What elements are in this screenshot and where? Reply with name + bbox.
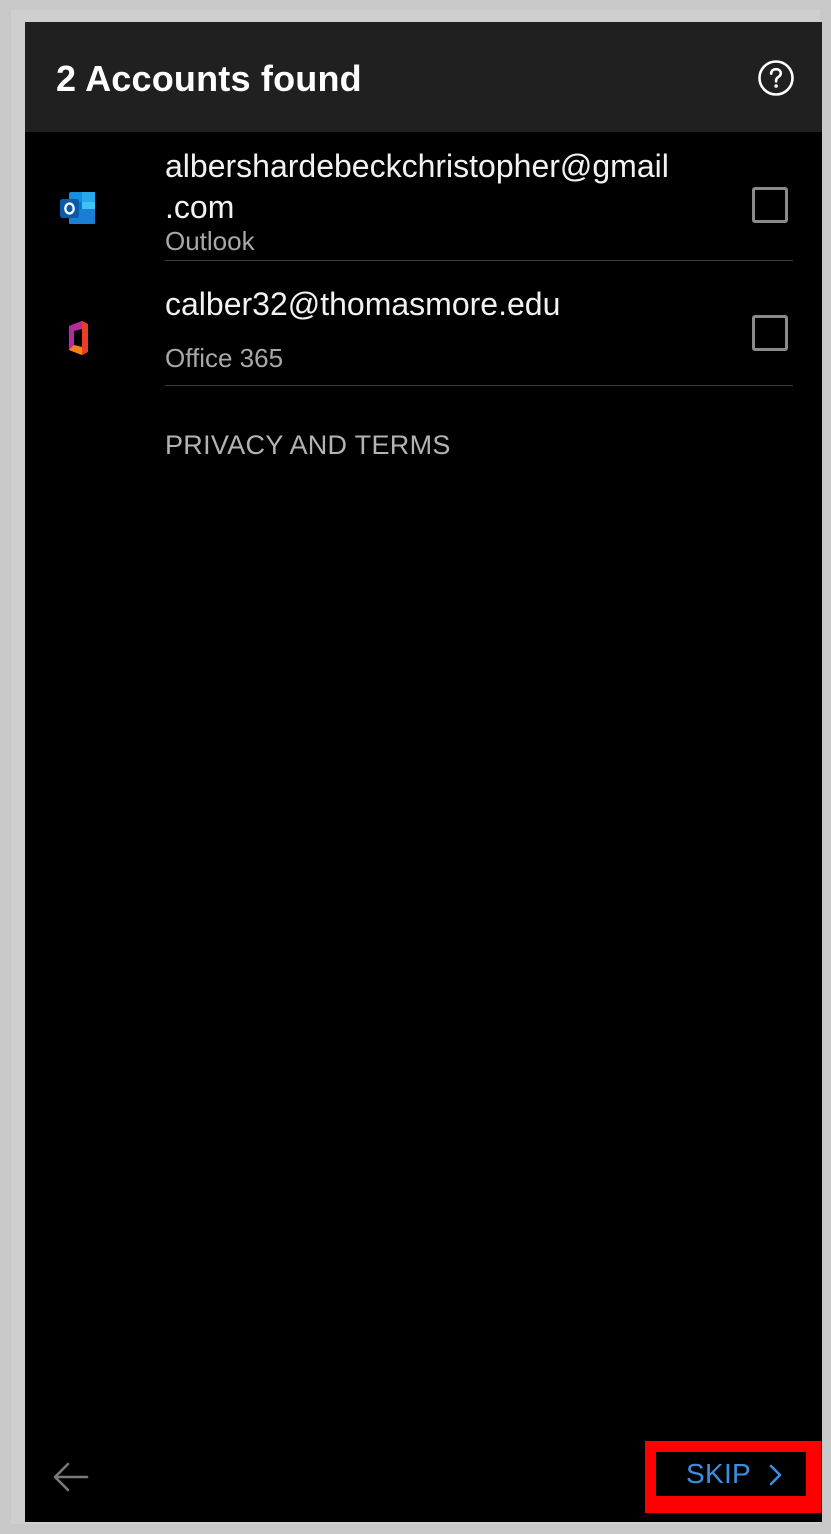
page-title: 2 Accounts found [56,58,362,99]
outlook-icon [60,192,95,224]
chevron-right-icon [769,1464,782,1486]
account-row-office365[interactable]: calber32@thomasmore.edu Office 365 [25,262,822,387]
skip-button[interactable]: SKIP [656,1452,806,1496]
divider [165,385,793,386]
app-screen: 2 Accounts found albershardebeckchristop… [25,22,822,1522]
privacy-and-terms-link[interactable]: PRIVACY AND TERMS [165,430,451,461]
office-365-icon [69,321,88,355]
divider [165,260,793,261]
account-email: albershardebeckchristopher@gmail .com [165,148,669,225]
account-provider: Office 365 [165,343,284,373]
account-provider: Outlook [165,226,255,256]
account-email: calber32@thomasmore.edu [165,286,561,322]
help-circle-icon[interactable] [757,59,795,97]
account-row-outlook[interactable]: albershardebeckchristopher@gmail .com Ou… [25,132,822,262]
arrow-left-icon[interactable] [51,1459,91,1495]
device-frame: 2 Accounts found albershardebeckchristop… [11,10,822,1524]
account-checkbox[interactable] [752,187,788,223]
app-bar: 2 Accounts found [25,22,822,132]
skip-label: SKIP [686,1458,752,1489]
account-checkbox[interactable] [752,315,788,351]
